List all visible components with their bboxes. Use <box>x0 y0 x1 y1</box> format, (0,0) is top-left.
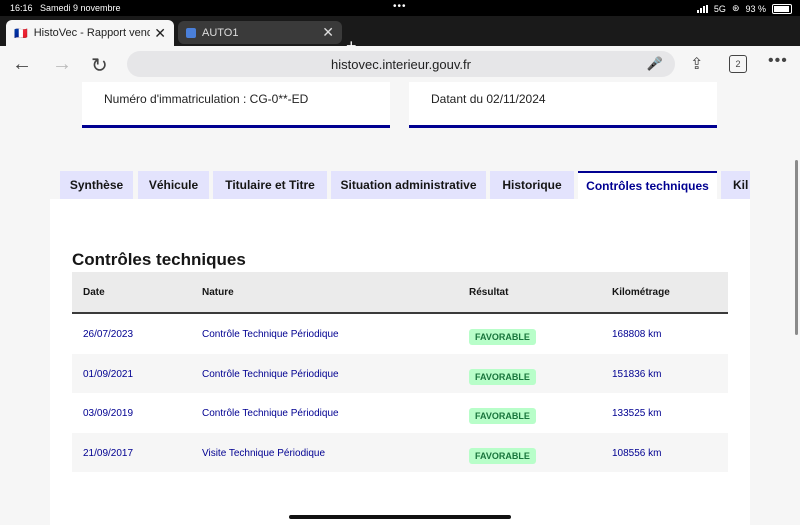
result-badge: FAVORABLE <box>469 368 536 385</box>
tab-situation-administrative[interactable]: Situation administrative <box>331 171 486 199</box>
address-bar[interactable]: histovec.interieur.gouv.fr 🎤 <box>127 51 675 77</box>
tab-vehicule[interactable]: Véhicule <box>138 171 209 199</box>
header-resultat: Résultat <box>469 287 509 298</box>
report-date-card: Datant du 02/11/2024 <box>409 82 717 128</box>
row-date: 26/07/2023 <box>83 329 134 340</box>
header-nature: Nature <box>202 287 234 298</box>
controles-table: Date Nature Résultat Kilométrage 26/07/2… <box>72 272 728 472</box>
header-date: Date <box>83 287 105 298</box>
browser-tab-histovec[interactable]: 🇫🇷 HistoVec - Rapport vendeur ✕ <box>6 20 174 46</box>
row-nature: Contrôle Technique Périodique <box>202 408 339 419</box>
header-kilometrage: Kilométrage <box>612 287 670 298</box>
report-date: Datant du 02/11/2024 <box>431 92 546 106</box>
status-date: Samedi 9 novembre <box>40 3 121 13</box>
orientation-lock-icon: ⊛ <box>731 3 740 13</box>
row-km: 133525 km <box>612 408 662 419</box>
browser-tab-label: AUTO1 <box>202 26 239 39</box>
close-tab-icon[interactable]: ✕ <box>322 24 334 41</box>
home-indicator[interactable] <box>289 515 511 519</box>
multitask-dots-icon[interactable]: ••• <box>393 1 407 12</box>
section-title: Contrôles techniques <box>72 250 246 269</box>
browser-tab-auto1[interactable]: AUTO1 ✕ <box>178 21 342 44</box>
result-badge: FAVORABLE <box>469 408 536 424</box>
row-date: 21/09/2017 <box>83 447 134 459</box>
page-content: Numéro d'immatriculation : CG-0**-ED Dat… <box>0 82 800 525</box>
auto1-favicon-icon <box>186 27 196 38</box>
signal-icon <box>696 4 708 13</box>
browser-tab-bar: 🇫🇷 HistoVec - Rapport vendeur ✕ AUTO1 ✕ … <box>0 16 800 56</box>
url-text: histovec.interieur.gouv.fr <box>331 56 471 72</box>
battery-percent: 93 % <box>745 3 766 14</box>
row-date: 01/09/2021 <box>83 368 134 380</box>
reload-icon[interactable]: ↻ <box>91 53 108 78</box>
row-date: 03/09/2019 <box>83 408 134 419</box>
back-arrow-icon[interactable]: ← <box>12 53 32 76</box>
row-km: 108556 km <box>612 447 662 459</box>
tab-historique[interactable]: Historique <box>490 171 574 199</box>
more-icon[interactable]: ••• <box>768 52 788 70</box>
row-nature: Contrôle Technique Périodique <box>202 368 339 380</box>
tab-controles-techniques[interactable]: Contrôles techniques <box>578 171 717 199</box>
row-nature: Contrôle Technique Périodique <box>202 329 339 340</box>
plate-card: Numéro d'immatriculation : CG-0**-ED <box>82 82 390 128</box>
share-icon[interactable]: ⇪ <box>690 54 703 74</box>
table-row: 21/09/2017 Visite Technique Périodique F… <box>72 432 728 472</box>
tab-titulaire[interactable]: Titulaire et Titre <box>213 171 327 199</box>
french-flag-icon: 🇫🇷 <box>14 27 28 40</box>
table-row: 26/07/2023 Contrôle Technique Périodique… <box>72 314 728 354</box>
row-km: 151836 km <box>612 368 662 380</box>
status-time: 16:16 <box>10 3 33 13</box>
page-scrollbar[interactable] <box>795 160 798 335</box>
tab-count-button[interactable]: 2 <box>729 55 747 73</box>
table-row: 03/09/2019 Contrôle Technique Périodique… <box>72 393 728 433</box>
tab-synthese[interactable]: Synthèse <box>60 171 133 199</box>
network-label: 5G <box>713 3 726 14</box>
browser-toolbar: ← → ↻ histovec.interieur.gouv.fr 🎤 ⇪ 2 •… <box>0 46 800 82</box>
close-tab-icon[interactable]: ✕ <box>154 25 166 42</box>
table-header: Date Nature Résultat Kilométrage <box>72 272 728 314</box>
forward-arrow-icon[interactable]: → <box>52 53 72 76</box>
status-indicators: 5G ⊛ 93 % <box>696 3 792 14</box>
battery-icon <box>772 3 792 14</box>
status-bar: 16:16 Samedi 9 novembre ••• 5G ⊛ 93 % <box>0 0 800 16</box>
controles-panel: Contrôles techniques Date Nature Résulta… <box>50 199 750 525</box>
plate-number: Numéro d'immatriculation : CG-0**-ED <box>104 92 309 106</box>
table-row: 01/09/2021 Contrôle Technique Périodique… <box>72 353 728 393</box>
result-badge: FAVORABLE <box>469 329 536 345</box>
microphone-icon[interactable]: 🎤 <box>647 56 663 72</box>
section-tabs: Synthèse Véhicule Titulaire et Titre Sit… <box>60 171 750 199</box>
tab-kilometrage[interactable]: Kil <box>721 171 750 199</box>
result-badge: FAVORABLE <box>469 447 536 464</box>
browser-tab-label: HistoVec - Rapport vendeur <box>33 27 151 39</box>
row-km: 168808 km <box>612 329 662 340</box>
row-nature: Visite Technique Périodique <box>202 447 326 459</box>
